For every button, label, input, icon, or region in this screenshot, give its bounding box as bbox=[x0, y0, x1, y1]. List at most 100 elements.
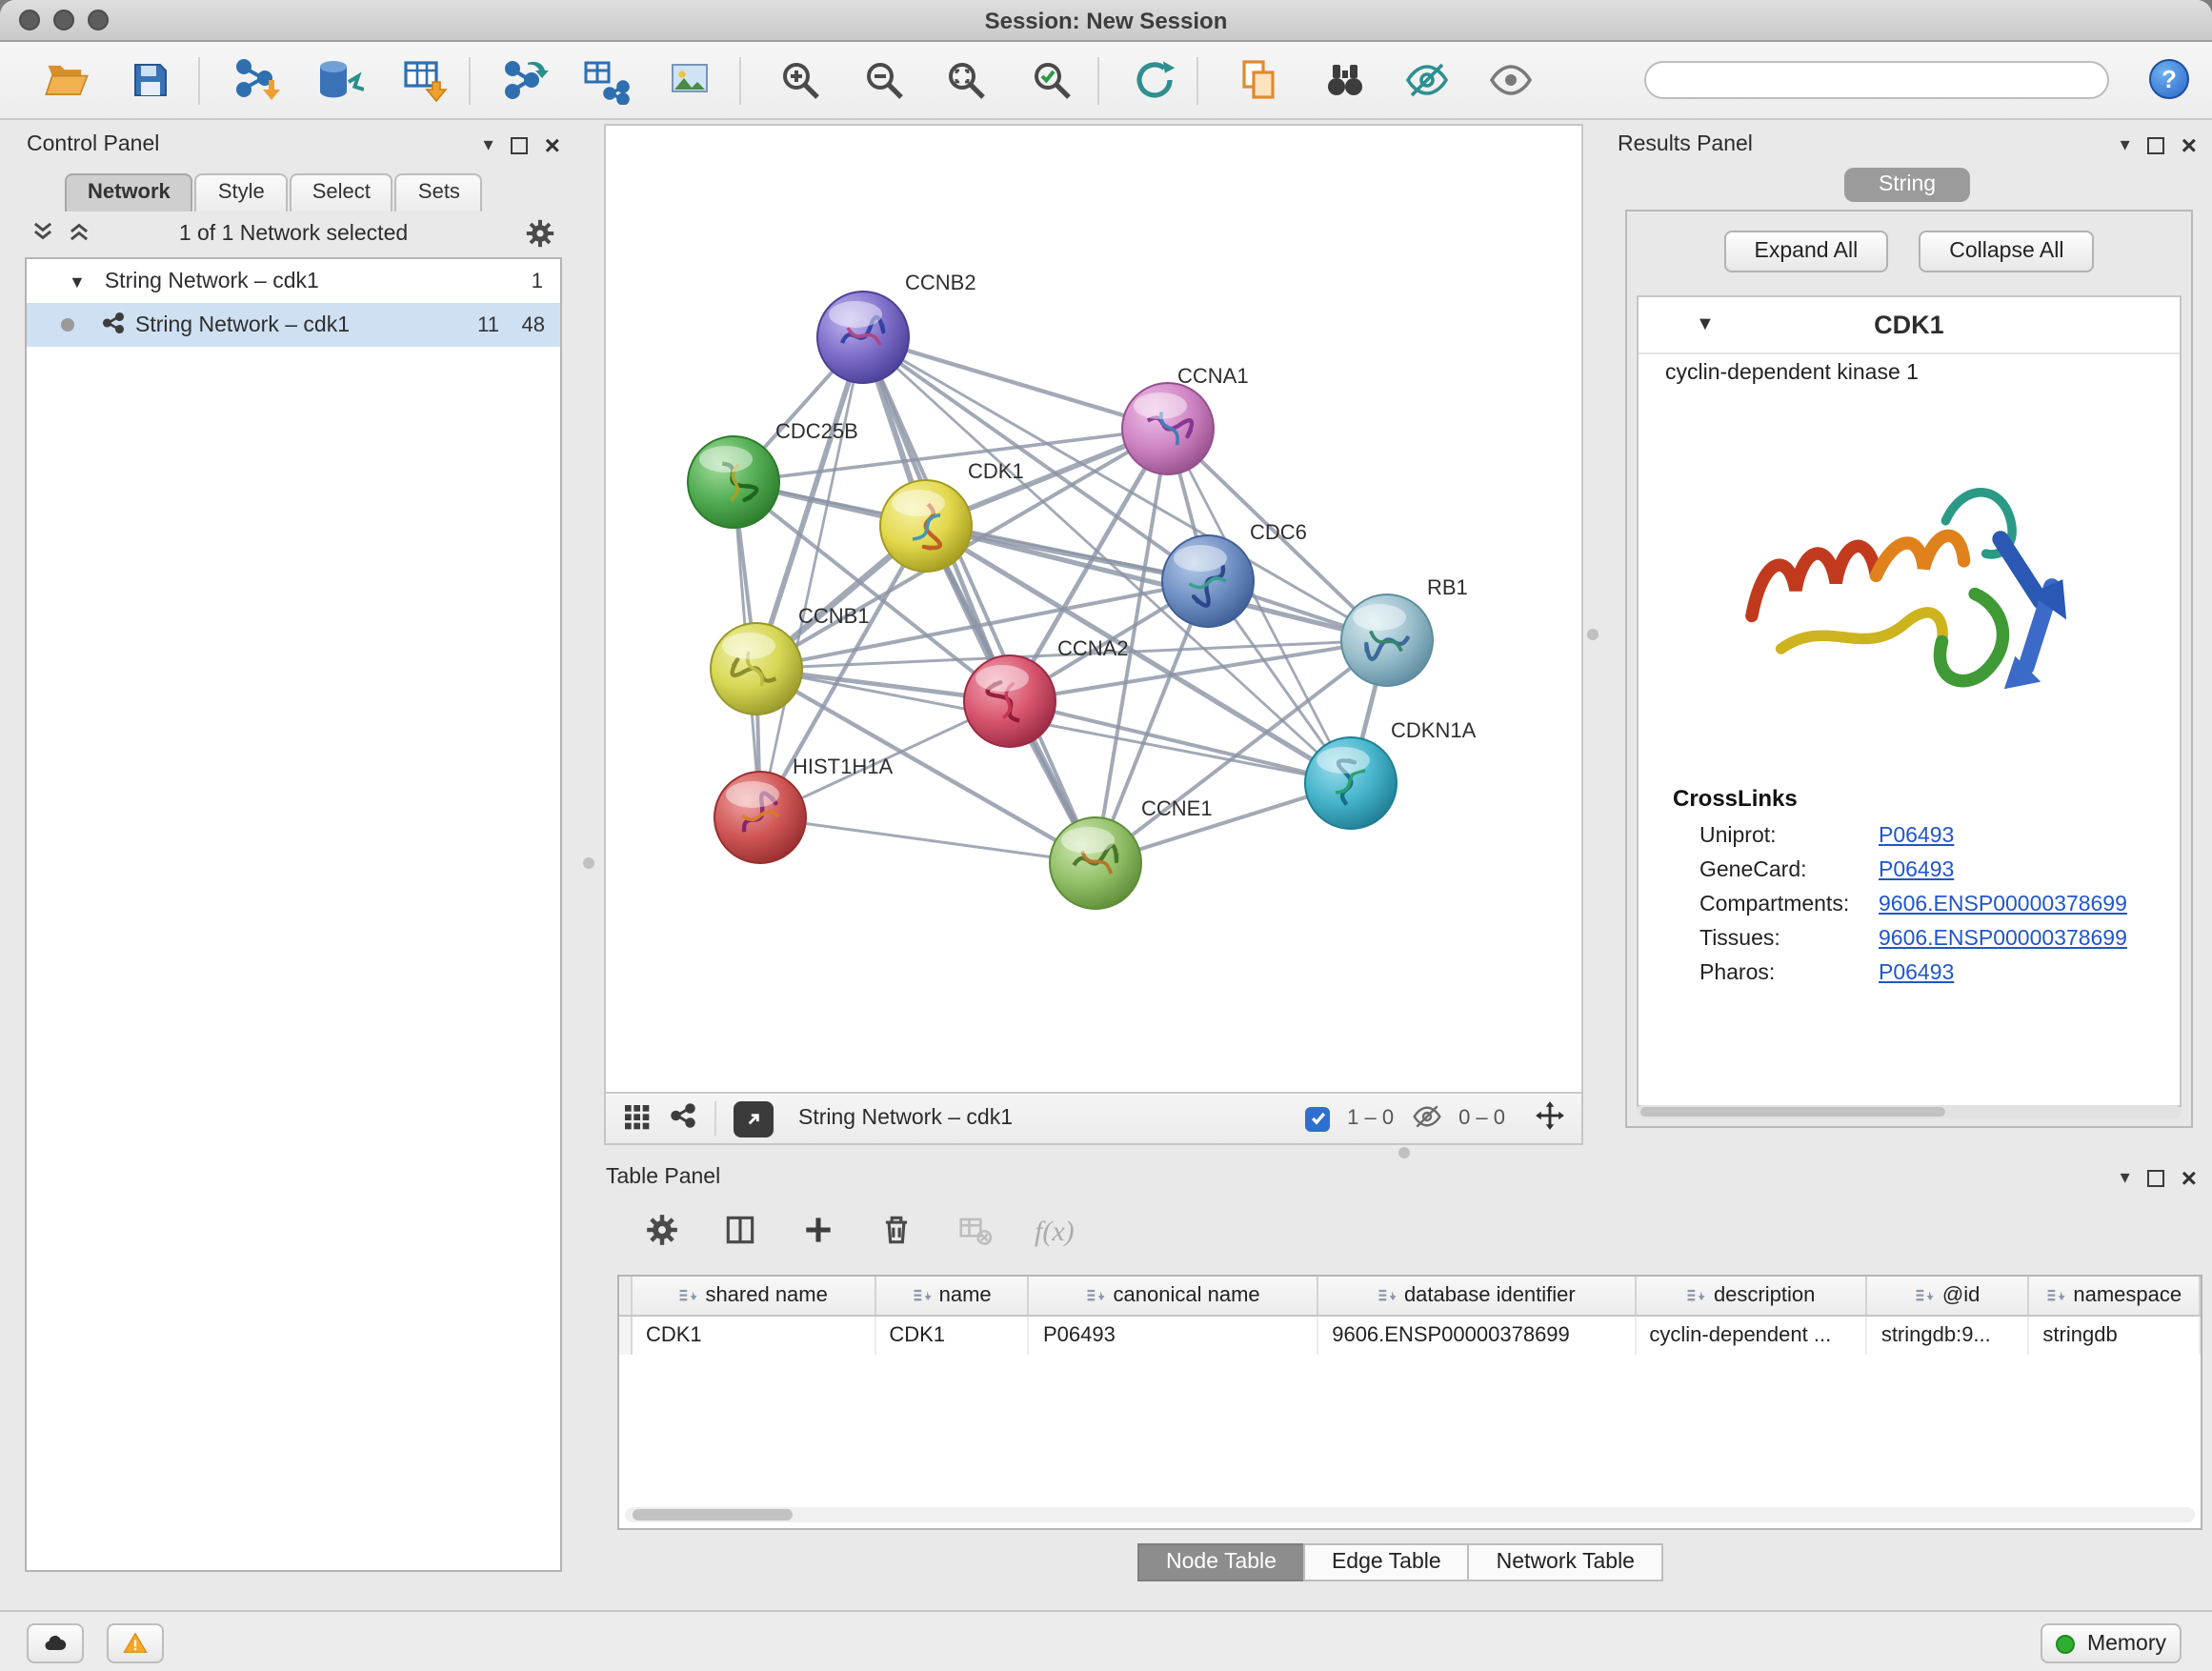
save-session-icon[interactable] bbox=[122, 51, 179, 109]
network-collection-row[interactable]: ▼ String Network – cdk1 1 bbox=[27, 259, 560, 303]
close-panel-icon[interactable]: × bbox=[2182, 1168, 2197, 1187]
bottom-splitter-grip[interactable] bbox=[1398, 1147, 1410, 1158]
open-session-icon[interactable] bbox=[38, 51, 95, 109]
network-node-CCNA1[interactable] bbox=[1122, 383, 1214, 474]
export-network-icon[interactable] bbox=[495, 51, 553, 109]
column-header-namespace[interactable]: namespace bbox=[2029, 1277, 2201, 1315]
export-table-icon[interactable] bbox=[577, 51, 634, 109]
birds-eye-grid-icon[interactable] bbox=[621, 1100, 652, 1137]
collection-disclosure-icon[interactable]: ▼ bbox=[69, 272, 86, 291]
memory-label: Memory bbox=[2087, 1632, 2166, 1655]
search-input[interactable] bbox=[1644, 61, 2109, 99]
network-options-gear-icon[interactable] bbox=[524, 217, 556, 255]
table-settings-gear-icon[interactable] bbox=[644, 1212, 680, 1254]
network-node-CCNA2[interactable] bbox=[964, 655, 1056, 747]
tab-select[interactable]: Select bbox=[290, 173, 393, 211]
network-node-CDK1[interactable] bbox=[880, 480, 972, 572]
column-header-name[interactable]: name bbox=[875, 1277, 1030, 1315]
zoom-out-icon[interactable] bbox=[855, 51, 913, 109]
panel-menu-icon[interactable]: ▾ bbox=[2121, 1167, 2130, 1188]
table-cell: stringdb:9... bbox=[1868, 1317, 2030, 1355]
network-edge-count: 48 bbox=[522, 313, 546, 336]
help-button[interactable]: ? bbox=[2149, 59, 2189, 99]
import-network-file-icon[interactable] bbox=[229, 51, 286, 109]
right-splitter-grip[interactable] bbox=[1587, 629, 1599, 640]
column-header-database-identifier[interactable]: database identifier bbox=[1318, 1277, 1636, 1315]
table-horizontal-scrollbar[interactable] bbox=[625, 1507, 2195, 1522]
warnings-button[interactable] bbox=[107, 1623, 164, 1663]
collection-count: 1 bbox=[532, 270, 543, 292]
tab-sets[interactable]: Sets bbox=[395, 173, 483, 211]
import-table-file-icon[interactable] bbox=[396, 51, 453, 109]
network-canvas[interactable]: CCNB2CCNA1CDC25BCDK1CDC6RB1CCNB1CCNA2CDK… bbox=[606, 126, 1581, 1092]
panel-menu-icon[interactable]: ▾ bbox=[484, 134, 493, 155]
export-image-icon[interactable] bbox=[661, 51, 718, 109]
network-node-CDC25B[interactable] bbox=[688, 436, 779, 528]
network-node-CCNB2[interactable] bbox=[817, 292, 909, 383]
zoom-fit-icon[interactable] bbox=[937, 51, 995, 109]
column-header-canonical-name[interactable]: canonical name bbox=[1030, 1277, 1318, 1315]
node-result-header[interactable]: ▼ CDK1 bbox=[1639, 297, 2180, 354]
column-header-@id[interactable]: @id bbox=[1868, 1277, 2030, 1315]
clear-table-icon bbox=[956, 1212, 993, 1254]
float-panel-icon[interactable] bbox=[2147, 1169, 2164, 1186]
zoom-selected-icon[interactable] bbox=[1023, 51, 1080, 109]
node-label-CCNE1: CCNE1 bbox=[1141, 796, 1213, 820]
network-node-RB1[interactable] bbox=[1341, 594, 1433, 686]
control-panel: Control Panel ▾ × NetworkStyleSelectSets… bbox=[11, 124, 575, 1610]
column-header-shared-name[interactable]: shared name bbox=[633, 1277, 875, 1315]
network-type-share-icon[interactable] bbox=[669, 1101, 697, 1136]
crosslink-value-link[interactable]: 9606.ENSP00000378699 bbox=[1879, 928, 2127, 951]
table-cell: CDK1 bbox=[875, 1317, 1030, 1355]
tab-network[interactable]: Network bbox=[65, 173, 193, 211]
pan-move-icon[interactable] bbox=[1534, 1099, 1566, 1137]
zoom-in-icon[interactable] bbox=[772, 51, 829, 109]
left-splitter-grip[interactable] bbox=[583, 857, 594, 869]
close-panel-icon[interactable]: × bbox=[545, 135, 560, 154]
crosslink-value-link[interactable]: P06493 bbox=[1879, 859, 1954, 882]
show-columns-icon[interactable] bbox=[722, 1212, 758, 1254]
collapse-all-button[interactable]: Collapse All bbox=[1919, 231, 2094, 272]
network-tree: ▼ String Network – cdk1 1 String Network… bbox=[25, 257, 562, 1572]
network-node-CCNB1[interactable] bbox=[711, 623, 802, 715]
network-node-CDKN1A[interactable] bbox=[1305, 737, 1397, 829]
network-row-selected[interactable]: String Network – cdk1 11 48 bbox=[27, 303, 560, 347]
crosslink-row: Uniprot:P06493 bbox=[1639, 819, 2180, 854]
float-panel-icon[interactable] bbox=[511, 136, 528, 153]
tab-edge-table[interactable]: Edge Table bbox=[1303, 1543, 1470, 1581]
network-node-CDC6[interactable] bbox=[1162, 535, 1254, 627]
tab-style[interactable]: Style bbox=[195, 173, 288, 211]
hidden-count: 0 – 0 bbox=[1458, 1107, 1505, 1130]
detach-view-button[interactable] bbox=[734, 1100, 774, 1137]
memory-button[interactable]: Memory bbox=[2041, 1623, 2182, 1663]
tab-node-table[interactable]: Node Table bbox=[1137, 1543, 1305, 1581]
panel-menu-icon[interactable]: ▾ bbox=[2121, 134, 2130, 155]
selected-items-checkbox-icon[interactable] bbox=[1305, 1106, 1330, 1131]
hide-selection-eye-icon[interactable] bbox=[1398, 51, 1456, 109]
crosslink-value-link[interactable]: P06493 bbox=[1879, 825, 1954, 848]
tab-network-table[interactable]: Network Table bbox=[1468, 1543, 1663, 1581]
entry-disclosure-icon[interactable]: ▼ bbox=[1696, 314, 1715, 335]
float-panel-icon[interactable] bbox=[2147, 136, 2164, 153]
entry-gene-name: CDK1 bbox=[1715, 311, 2103, 339]
delete-column-trash-icon[interactable] bbox=[878, 1212, 915, 1254]
column-header-description[interactable]: description bbox=[1636, 1277, 1867, 1315]
annotation-copy-icon[interactable] bbox=[1231, 51, 1288, 109]
network-node-HIST1H1A[interactable] bbox=[714, 772, 806, 863]
create-column-plus-icon[interactable] bbox=[800, 1212, 836, 1254]
hidden-items-eye-icon[interactable] bbox=[1411, 1100, 1441, 1137]
network-node-CCNE1[interactable] bbox=[1050, 817, 1141, 909]
table-header-row: shared namenamecanonical namedatabase id… bbox=[619, 1277, 2201, 1317]
search-network-binoculars-icon[interactable] bbox=[1317, 51, 1374, 109]
import-network-database-icon[interactable] bbox=[311, 51, 368, 109]
results-horizontal-scrollbar[interactable] bbox=[1637, 1105, 2182, 1118]
crosslink-value-link[interactable]: P06493 bbox=[1879, 962, 1954, 985]
table-row[interactable]: CDK1CDK1P064939606.ENSP00000378699cyclin… bbox=[619, 1317, 2201, 1355]
close-panel-icon[interactable]: × bbox=[2182, 135, 2197, 154]
refresh-layout-icon[interactable] bbox=[1126, 51, 1183, 109]
show-all-eye-icon[interactable] bbox=[1482, 51, 1539, 109]
cloud-status-button[interactable] bbox=[27, 1623, 84, 1663]
tab-string[interactable]: String bbox=[1844, 168, 1970, 202]
expand-all-button[interactable]: Expand All bbox=[1724, 231, 1889, 272]
crosslink-value-link[interactable]: 9606.ENSP00000378699 bbox=[1879, 894, 2127, 916]
